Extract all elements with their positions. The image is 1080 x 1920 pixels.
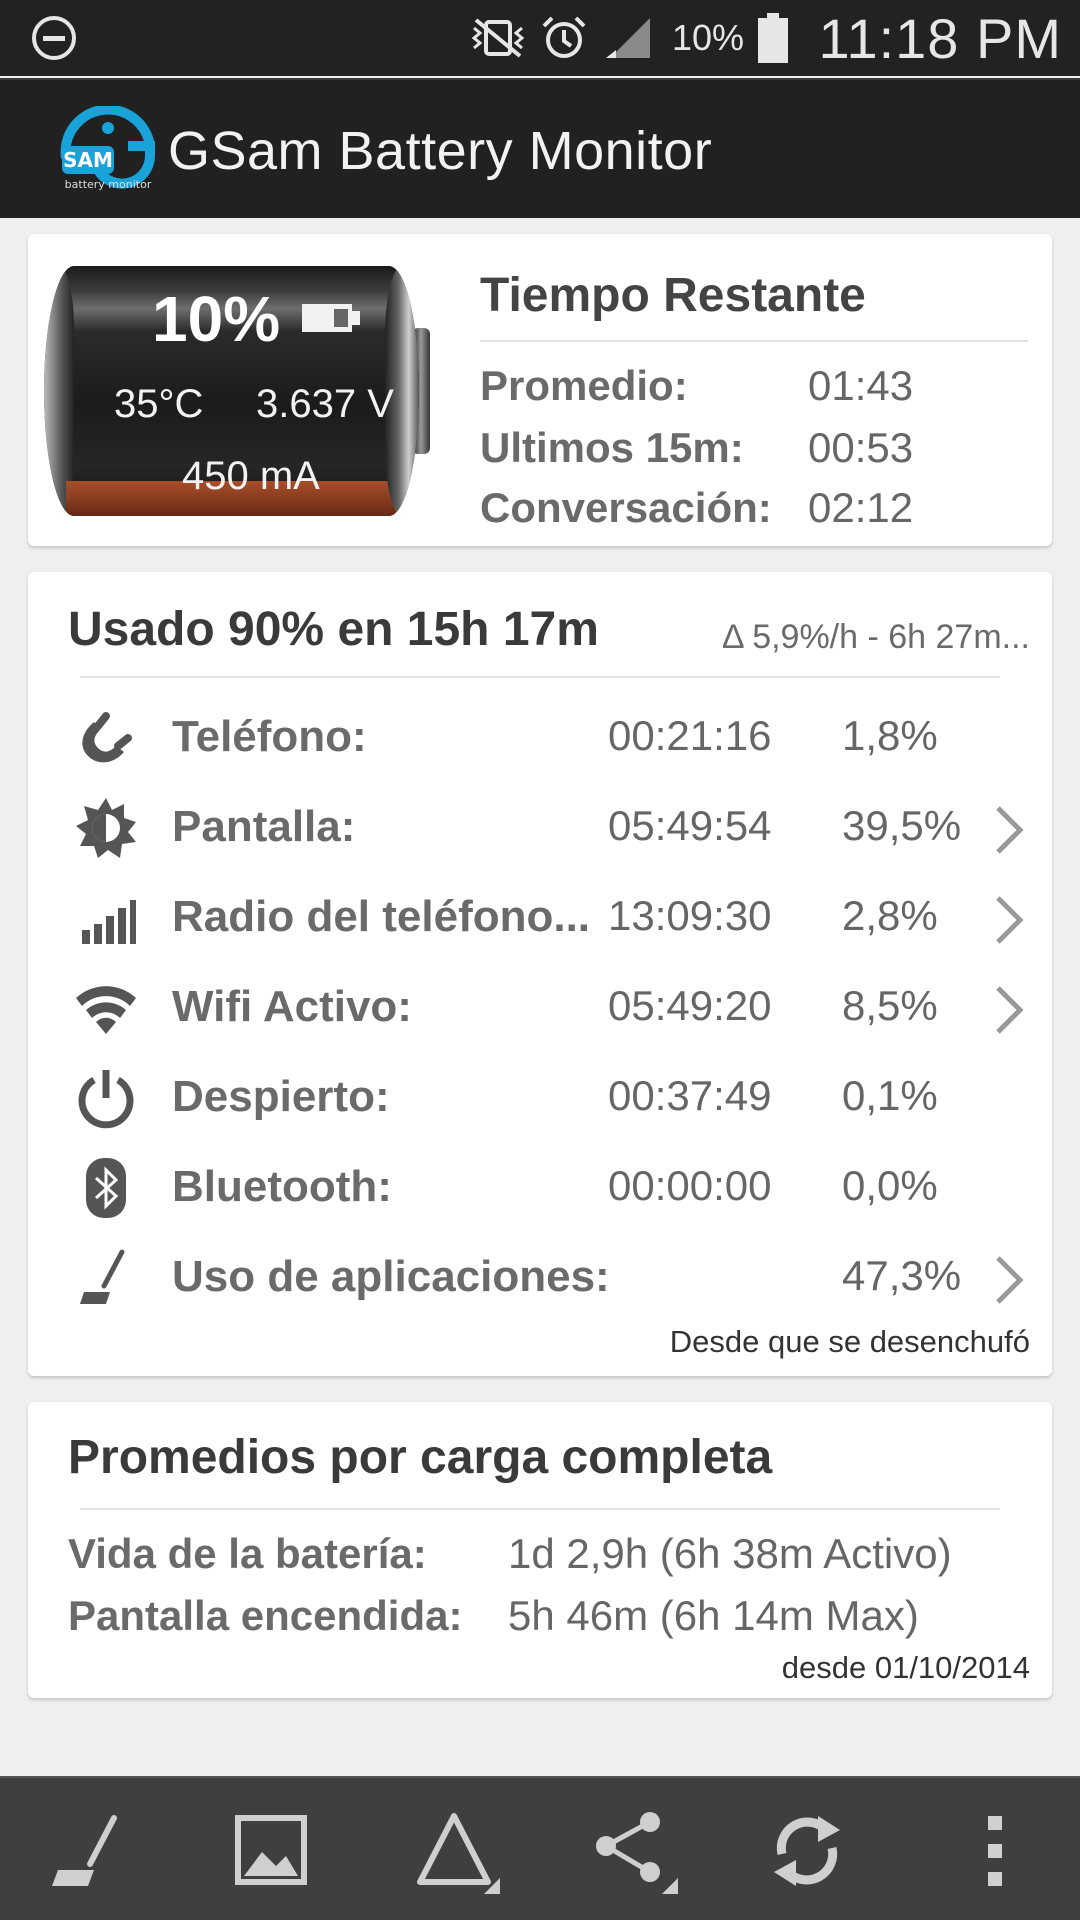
battery-graphic: 10% 35°C 3.637 V 450 mA <box>44 266 444 516</box>
signal-bars-icon <box>82 900 136 944</box>
remaining-value: 02:12 <box>808 484 914 531</box>
averages-label: Pantalla encendida: <box>68 1592 463 1639</box>
refresh-button[interactable] <box>762 1808 852 1894</box>
chevron-right-icon[interactable] <box>992 1254 1026 1306</box>
averages-value: 5h 46m (6h 14m Max) <box>508 1592 919 1639</box>
remaining-value: 01:43 <box>808 362 914 409</box>
battery-summary-card: 10% 35°C 3.637 V 450 mA Tiempo Restante … <box>28 234 1052 546</box>
battery-percent: 10% <box>152 283 281 355</box>
usage-row-screen[interactable]: Pantalla: 05:49:54 39,5% <box>28 784 1052 870</box>
svg-text:battery monitor: battery monitor <box>65 178 152 191</box>
delta-button[interactable] <box>410 1808 500 1894</box>
share-icon <box>596 1812 678 1894</box>
usage-rate: Δ 5,9%/h - 6h 27m... <box>721 618 1030 656</box>
phone-icon <box>82 712 132 763</box>
share-button[interactable] <box>588 1808 678 1894</box>
usage-percent: 0,1% <box>842 1072 938 1119</box>
averages-card: Promedios por carga completa Vida de la … <box>28 1402 1052 1698</box>
remaining-label: Ultimos 15m: <box>480 424 744 471</box>
app-usage-button[interactable] <box>46 1808 136 1894</box>
brightness-icon <box>76 798 136 858</box>
app-bar: SAM battery monitor GSam Battery Monitor <box>0 78 1080 218</box>
remaining-label: Conversación: <box>480 484 772 531</box>
averages-since-note: desde 01/10/2014 <box>781 1650 1030 1685</box>
bottom-toolbar <box>0 1776 1080 1920</box>
usage-title: Usado 90% en 15h 17m <box>68 603 599 656</box>
usage-row-phone[interactable]: Teléfono: 00:21:16 1,8% <box>28 694 1052 780</box>
divider <box>80 1508 1000 1510</box>
overflow-menu-icon <box>988 1816 1002 1886</box>
battery-voltage: 3.637 V <box>256 382 394 426</box>
usage-percent: 8,5% <box>842 982 938 1029</box>
usage-row-awake[interactable]: Despierto: 00:37:49 0,1% <box>28 1054 1052 1140</box>
battery-current: 450 mA <box>182 454 320 498</box>
usage-percent: 47,3% <box>842 1252 962 1299</box>
app-title: GSam Battery Monitor <box>168 121 713 181</box>
usage-row-bluetooth[interactable]: Bluetooth: 00:00:00 0,0% <box>28 1144 1052 1230</box>
usage-label: Radio del teléfono... <box>172 892 591 941</box>
chevron-right-icon[interactable] <box>992 804 1026 856</box>
usage-percent: 2,8% <box>842 892 938 939</box>
usage-since-note: Desde que se desenchufó <box>669 1324 1030 1359</box>
usage-time: 05:49:20 <box>608 982 772 1029</box>
battery-temperature: 35°C <box>114 382 204 426</box>
usage-time: 13:09:30 <box>608 892 772 939</box>
battery-icon <box>758 13 788 63</box>
chevron-right-icon[interactable] <box>992 894 1026 946</box>
usage-time: 00:37:49 <box>608 1072 772 1119</box>
image-button[interactable] <box>226 1808 316 1894</box>
usage-time: 00:00:00 <box>608 1162 772 1209</box>
overflow-menu-button[interactable] <box>950 1808 1040 1894</box>
wifi-icon <box>76 986 136 1034</box>
usage-percent: 39,5% <box>842 802 962 849</box>
usage-label: Wifi Activo: <box>172 982 412 1031</box>
usage-time: 05:49:54 <box>608 802 772 849</box>
alarm-icon <box>542 16 586 58</box>
usage-label: Teléfono: <box>172 712 367 761</box>
svg-text:SAM: SAM <box>63 148 113 172</box>
power-icon <box>78 1070 134 1129</box>
app-usage-icon <box>80 1249 125 1304</box>
usage-label: Pantalla: <box>172 802 356 851</box>
chevron-right-icon[interactable] <box>992 984 1026 1036</box>
battery-percent-text: 10% <box>671 17 744 58</box>
image-icon <box>235 1815 307 1885</box>
status-bar: 10% 11:18 PM <box>0 0 1080 76</box>
usage-row-wifi[interactable]: Wifi Activo: 05:49:20 8,5% <box>28 964 1052 1050</box>
usage-row-radio[interactable]: Radio del teléfono... 13:09:30 2,8% <box>28 874 1052 960</box>
averages-label: Vida de la batería: <box>68 1530 427 1577</box>
usage-label: Bluetooth: <box>172 1162 392 1211</box>
vibrate-mute-icon <box>471 18 525 58</box>
battery-icon <box>302 304 360 332</box>
usage-card: Usado 90% en 15h 17m Δ 5,9%/h - 6h 27m..… <box>28 572 1052 1376</box>
refresh-icon <box>774 1816 840 1886</box>
clock: 11:18 PM <box>818 7 1062 70</box>
usage-label: Uso de aplicaciones: <box>172 1252 610 1301</box>
divider <box>80 676 1000 678</box>
app-logo[interactable]: SAM battery monitor <box>58 106 158 192</box>
remaining-time-title: Tiempo Restante <box>480 269 866 322</box>
averages-title: Promedios por carga completa <box>68 1431 773 1484</box>
bluetooth-icon <box>86 1158 126 1218</box>
remaining-label: Promedio: <box>480 362 688 409</box>
usage-label: Despierto: <box>172 1072 390 1121</box>
delta-icon <box>417 1813 500 1894</box>
usage-percent: 1,8% <box>842 712 938 759</box>
signal-icon <box>605 18 650 58</box>
minus-circle-icon <box>32 16 76 60</box>
usage-row-apps[interactable]: Uso de aplicaciones: 47,3% <box>28 1234 1052 1320</box>
app-usage-icon <box>52 1815 117 1886</box>
divider <box>480 340 1028 342</box>
remaining-value: 00:53 <box>808 424 914 471</box>
usage-time: 00:21:16 <box>608 712 772 759</box>
usage-percent: 0,0% <box>842 1162 938 1209</box>
averages-value: 1d 2,9h (6h 38m Activo) <box>508 1530 952 1577</box>
